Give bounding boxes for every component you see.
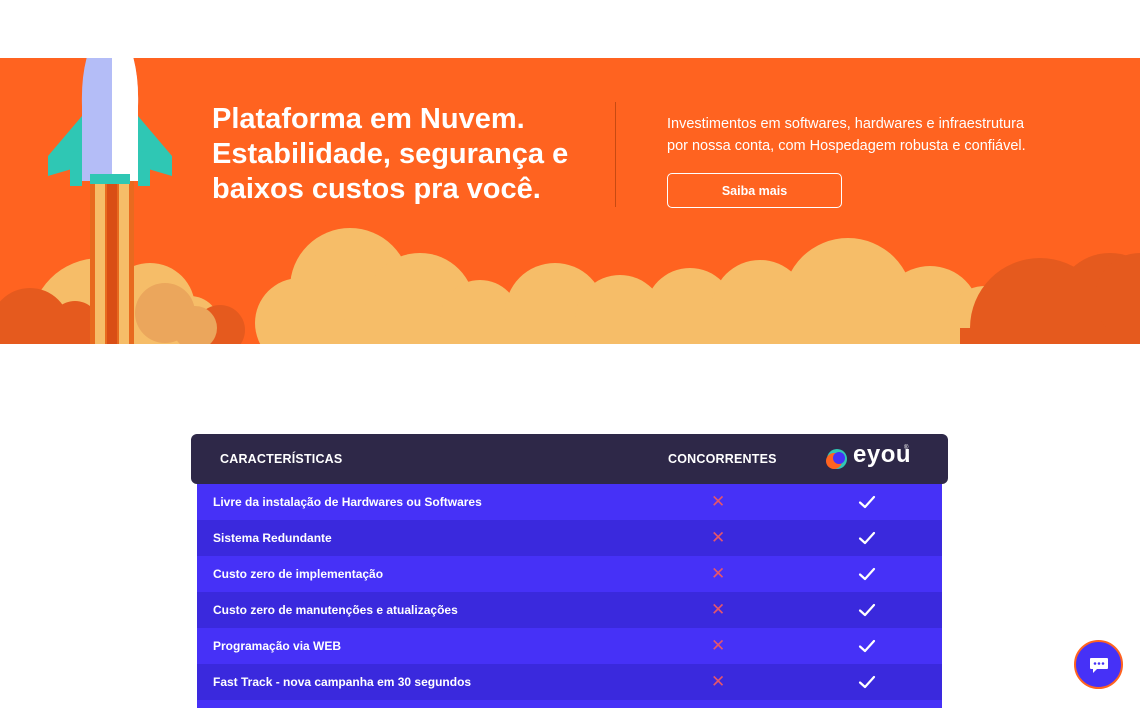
feature-label: Fast Track - nova campanha em 30 segundo…	[213, 675, 472, 689]
table-row: Custo zero de implementação ✕	[197, 556, 942, 592]
comparison-table: CARACTERÍSTICAS CONCORRENTES eyou ® Livr…	[191, 434, 948, 708]
check-icon	[858, 567, 876, 581]
hero-banner: Plataforma em Nuvem. Estabilidade, segur…	[0, 58, 1140, 344]
table-row-partial	[197, 700, 942, 708]
check-icon	[858, 603, 876, 617]
saiba-mais-button[interactable]: Saiba mais	[667, 173, 842, 208]
hero-title-line: Plataforma em Nuvem.	[212, 103, 525, 135]
check-icon	[858, 675, 876, 689]
cross-icon: ✕	[711, 564, 726, 583]
registered-mark: ®	[904, 445, 909, 451]
comparison-rows: Livre da instalação de Hardwares ou Soft…	[197, 484, 942, 708]
feature-label: Programação via WEB	[213, 639, 342, 653]
hero-title-line: baixos custos pra você.	[212, 173, 541, 205]
cross-icon: ✕	[711, 672, 726, 691]
cross-icon: ✕	[711, 528, 726, 547]
feature-label: Livre da instalação de Hardwares ou Soft…	[213, 495, 482, 509]
check-icon	[858, 531, 876, 545]
check-icon	[858, 639, 876, 653]
hero-description: Investimentos em softwares, hardwares e …	[667, 113, 1087, 157]
cross-icon: ✕	[711, 600, 726, 619]
hero-divider	[615, 102, 616, 207]
table-row: Custo zero de manutenções e atualizações…	[197, 592, 942, 628]
feature-label: Sistema Redundante	[213, 531, 332, 545]
table-row: Programação via WEB ✕	[197, 628, 942, 664]
feature-label: Custo zero de manutenções e atualizações	[213, 603, 458, 617]
chat-bubble-icon	[1090, 658, 1108, 673]
feature-label: Custo zero de implementação	[213, 567, 384, 581]
chat-button[interactable]	[1074, 640, 1123, 689]
table-row: Fast Track - nova campanha em 30 segundo…	[197, 664, 942, 700]
table-row: Livre da instalação de Hardwares ou Soft…	[197, 484, 942, 520]
header-features: CARACTERÍSTICAS	[220, 452, 343, 466]
comparison-header: CARACTERÍSTICAS CONCORRENTES eyou ®	[191, 434, 948, 484]
table-row: Sistema Redundante ✕	[197, 520, 942, 556]
hero-description-line: por nossa conta, com Hospedagem robusta …	[667, 138, 1026, 154]
cross-icon: ✕	[711, 636, 726, 655]
eyou-wordmark: eyou	[853, 441, 912, 468]
check-icon	[858, 495, 876, 509]
hero-description-line: Investimentos em softwares, hardwares e …	[667, 116, 1025, 132]
hero-title: Plataforma em Nuvem. Estabilidade, segur…	[212, 102, 612, 207]
hero-title-line: Estabilidade, segurança e	[212, 138, 569, 170]
cross-icon: ✕	[711, 492, 726, 511]
header-competitors: CONCORRENTES	[668, 452, 777, 466]
rocket-illustration	[48, 58, 172, 344]
